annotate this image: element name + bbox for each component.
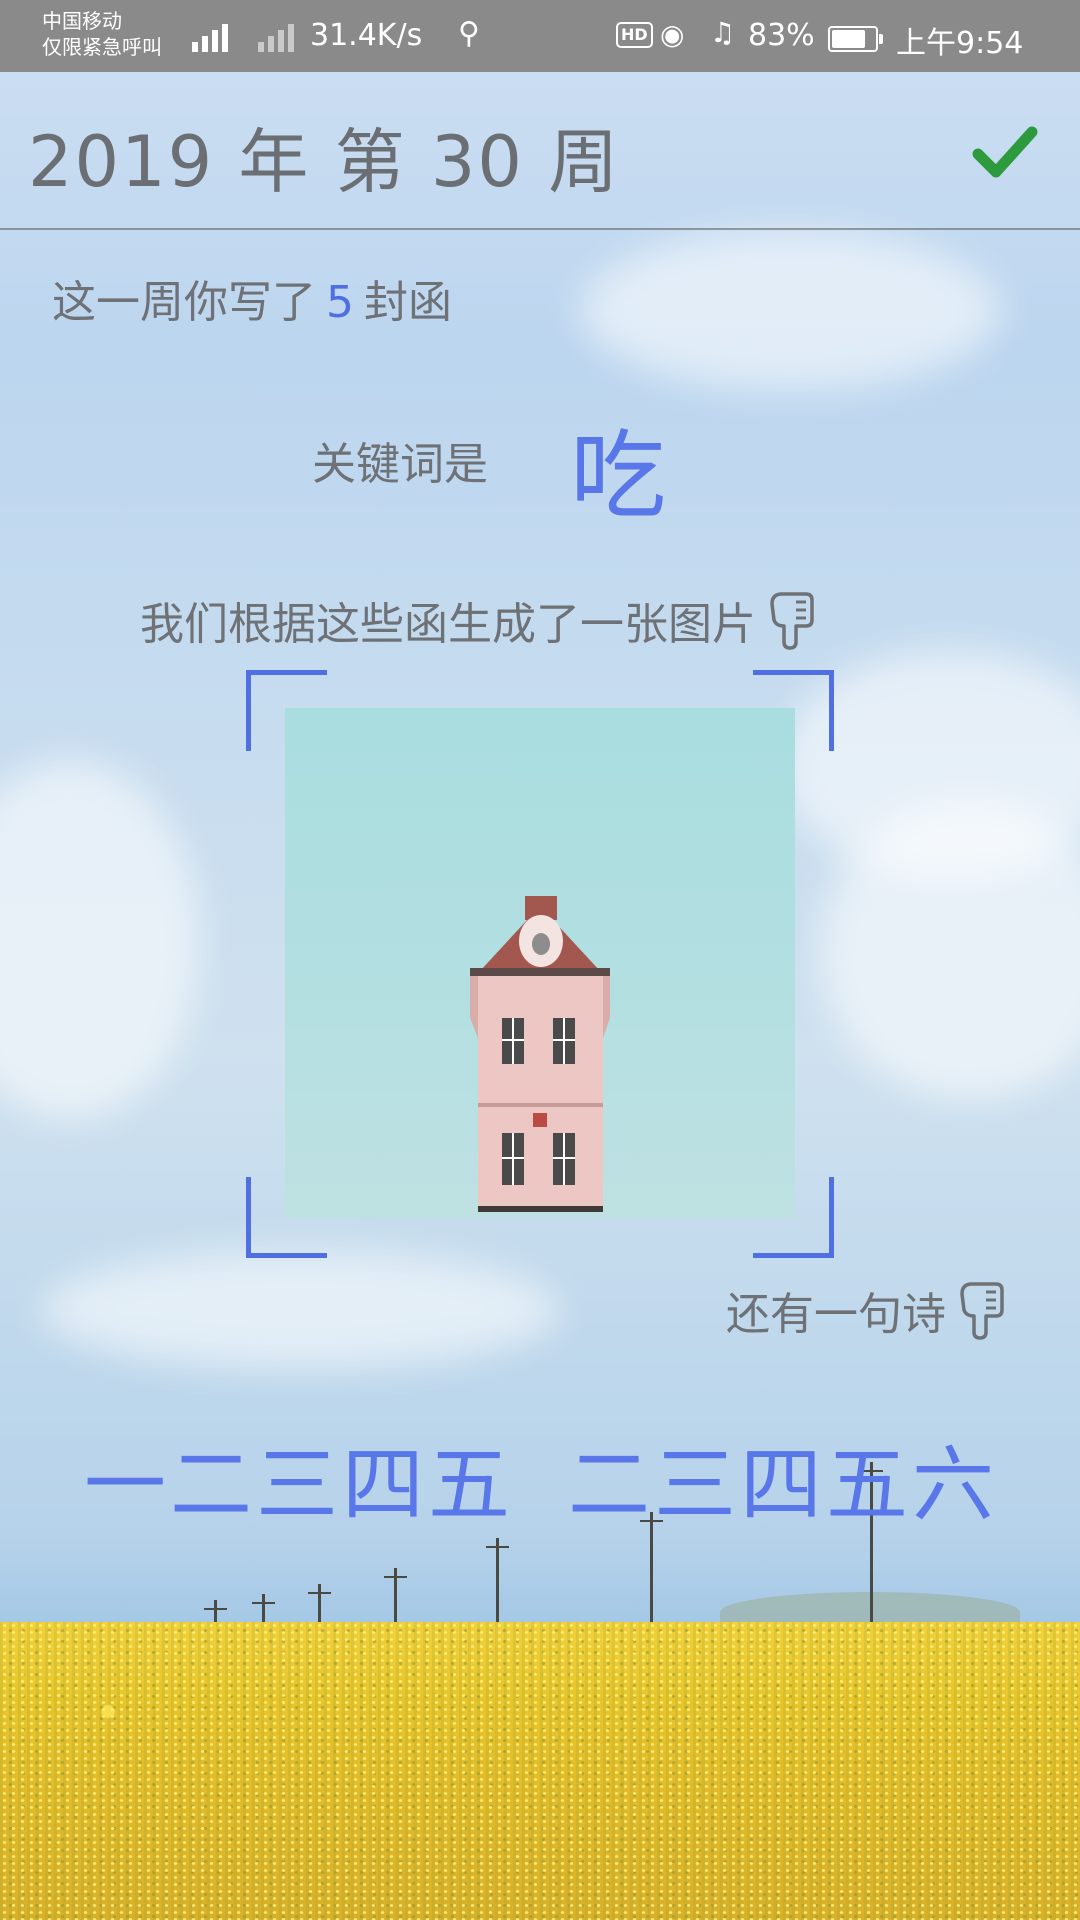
poem-line-1: 一二三四五 — [84, 1438, 515, 1533]
letter-count: 5 — [326, 277, 354, 328]
eye-icon: ◉ — [660, 18, 685, 51]
signal-4g-icon — [192, 18, 228, 52]
poem-caption-text: 还有一句诗 — [726, 1289, 946, 1340]
count-prefix: 这一周你写了 — [52, 277, 316, 328]
power-pole — [486, 1538, 509, 1624]
frame-corner — [246, 670, 327, 751]
count-suffix: 封函 — [364, 277, 452, 328]
status-bar: 中国移动 仅限紧急呼叫 31.4K/s ⚲ HD ◉ ♫ 83% 上午9:54 — [0, 0, 1080, 72]
network-speed: 31.4K/s — [310, 18, 423, 53]
frame-corner — [753, 1177, 834, 1258]
carrier-text: 中国移动 仅限紧急呼叫 — [42, 8, 162, 60]
cloud — [0, 760, 200, 1120]
bell-off-icon: ♫ — [710, 16, 736, 49]
power-pole — [252, 1594, 275, 1624]
checkmark-icon[interactable] — [970, 116, 1040, 186]
rapeseed-field — [0, 1622, 1080, 1920]
power-pole — [308, 1584, 331, 1624]
poem-line-2: 二三四五六 — [568, 1438, 999, 1533]
keyword-label: 关键词是 — [312, 439, 488, 490]
keyword-value: 吃 — [570, 420, 666, 532]
cloud — [40, 1250, 560, 1370]
header: 2019 年 第 30 周 — [0, 72, 1080, 230]
image-caption-text: 我们根据这些函生成了一张图片 — [140, 599, 756, 650]
cloud — [580, 230, 1000, 390]
battery-fill — [832, 30, 865, 48]
power-pole — [384, 1568, 407, 1624]
hd-badge: HD — [616, 22, 653, 48]
page-title: 2019 年 第 30 周 — [28, 121, 621, 203]
carrier-line2: 仅限紧急呼叫 — [42, 35, 162, 59]
signal-sim2-icon — [258, 18, 294, 52]
power-pole — [204, 1600, 227, 1624]
hand-pointing-down-icon — [960, 1282, 1004, 1340]
carrier-line1: 中国移动 — [42, 9, 122, 33]
letter-count-line: 这一周你写了 5 封函 — [52, 266, 452, 330]
image-frame — [246, 670, 834, 1258]
battery-icon — [828, 26, 883, 52]
poem-caption: 还有一句诗 — [726, 1278, 1006, 1342]
clock: 上午9:54 — [896, 26, 1024, 61]
image-caption: 我们根据这些函生成了一张图片 — [140, 588, 816, 652]
battery-percent: 83% — [748, 18, 815, 53]
poem-text[interactable]: 一二三四五 二三四五六 — [84, 1418, 998, 1537]
screen: 中国移动 仅限紧急呼叫 31.4K/s ⚲ HD ◉ ♫ 83% 上午9:54 … — [0, 0, 1080, 1920]
frame-corner — [753, 670, 834, 751]
frame-corner — [246, 1177, 327, 1258]
hand-pointing-down-icon — [770, 592, 814, 650]
usb-icon: ⚲ — [458, 16, 480, 51]
